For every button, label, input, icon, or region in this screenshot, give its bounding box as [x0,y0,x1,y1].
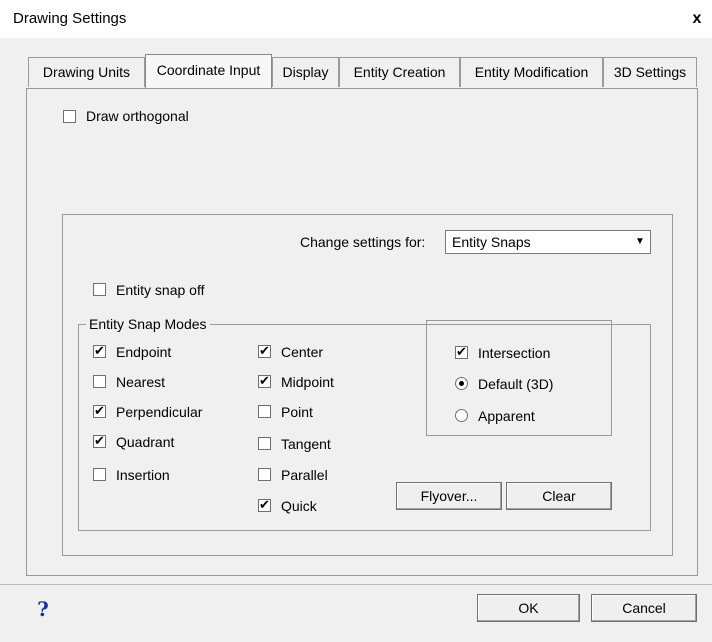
intersection-checkbox[interactable] [455,344,468,360]
apparent-radio[interactable] [455,409,468,422]
change-settings-label: Change settings for: [300,234,426,250]
draw-orthogonal-checkbox[interactable] [63,110,76,123]
help-icon[interactable]: ? [32,596,54,622]
entity-snap-off-checkbox[interactable] [93,283,106,296]
apparent-label: Apparent [478,408,535,424]
change-settings-select[interactable]: Entity Snaps ▼ [445,230,651,254]
default-3d-label: Default (3D) [478,376,554,392]
window-title: Drawing Settings [13,10,127,27]
perpendicular-checkbox[interactable] [93,403,106,419]
entity-snap-off-label: Entity snap off [116,282,205,298]
parallel-checkbox[interactable] [258,468,271,481]
nearest-label: Nearest [116,374,166,390]
change-settings-value: Entity Snaps [452,234,531,250]
point-label: Point [281,404,313,420]
tab-display[interactable]: Display [272,57,339,87]
center-label: Center [281,344,324,360]
insertion-checkbox[interactable] [93,468,106,481]
flyover-button[interactable]: Flyover... [396,482,502,510]
chevron-down-icon[interactable]: ▼ [630,231,650,253]
snap-modes-title: Entity Snap Modes [86,316,210,332]
title-bar: Drawing Settings x [0,0,712,38]
parallel-label: Parallel [281,467,328,483]
perpendicular-label: Perpendicular [116,404,203,420]
insertion-label: Insertion [116,467,170,483]
quick-checkbox[interactable] [258,497,271,513]
tab-entity-modification[interactable]: Entity Modification [460,57,603,87]
quadrant-checkbox[interactable] [93,433,106,449]
tab-3d-settings[interactable]: 3D Settings [603,57,697,87]
ok-button[interactable]: OK [477,594,580,622]
tangent-label: Tangent [281,436,331,452]
cancel-button[interactable]: Cancel [591,594,697,622]
clear-button[interactable]: Clear [506,482,612,510]
close-button[interactable]: x [686,8,708,30]
footer-divider [0,584,712,585]
midpoint-label: Midpoint [281,374,334,390]
tab-drawing-units[interactable]: Drawing Units [28,57,145,87]
draw-orthogonal-label: Draw orthogonal [86,108,189,124]
intersection-label: Intersection [478,345,551,361]
center-checkbox[interactable] [258,343,271,359]
tangent-checkbox[interactable] [258,437,271,450]
endpoint-checkbox[interactable] [93,343,106,359]
midpoint-checkbox[interactable] [258,373,271,389]
quadrant-label: Quadrant [116,434,175,450]
endpoint-label: Endpoint [116,344,172,360]
drawing-settings-dialog: Drawing Settings x Drawing Units Coordin… [0,0,712,642]
tab-entity-creation[interactable]: Entity Creation [339,57,460,87]
tab-coordinate-input[interactable]: Coordinate Input [145,54,272,88]
quick-label: Quick [281,498,317,514]
default-3d-radio[interactable] [455,377,468,390]
nearest-checkbox[interactable] [93,375,106,388]
point-checkbox[interactable] [258,405,271,418]
